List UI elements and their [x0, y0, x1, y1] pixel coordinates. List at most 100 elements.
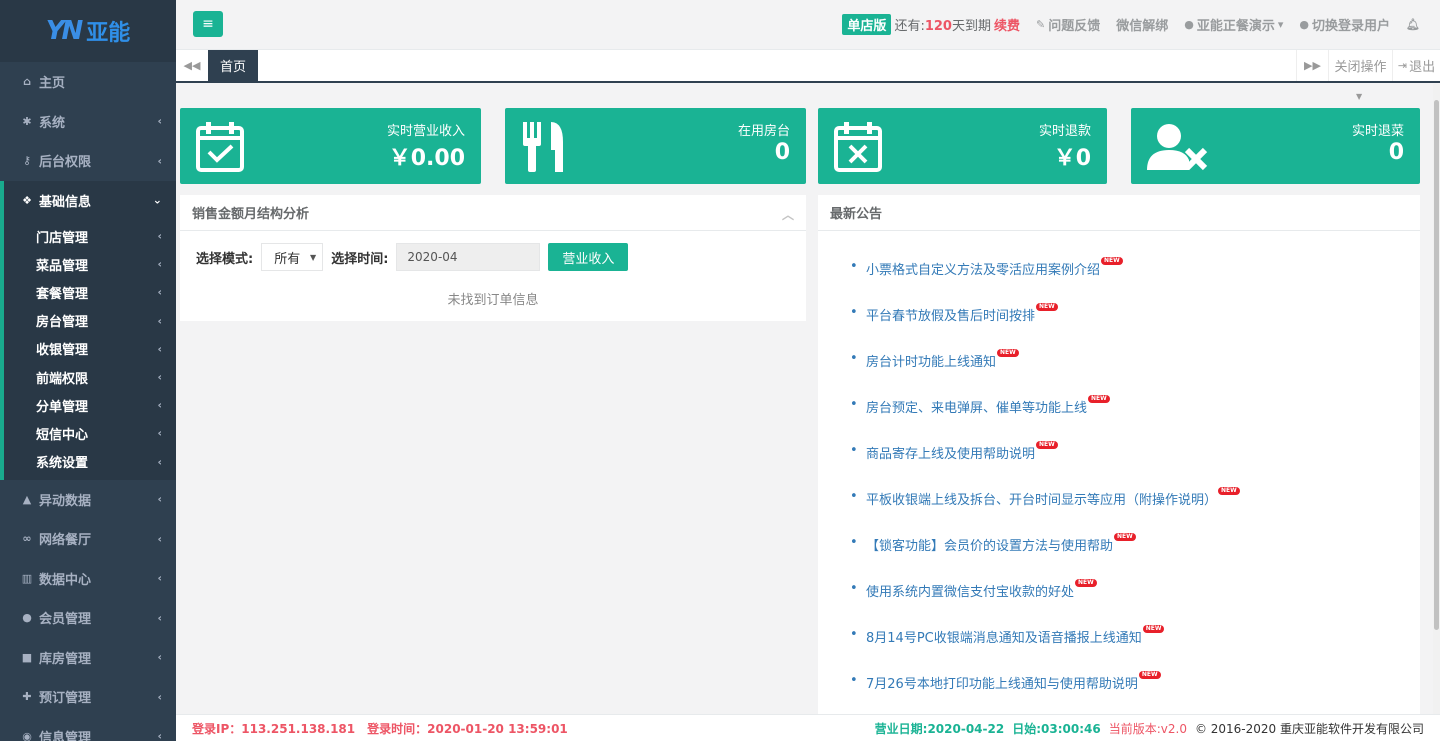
sales-analysis-panel: 销售金额月结构分析 ︿ 选择模式: 所有 ▼ 选择时间: 2020-04 营业收… — [180, 195, 806, 321]
copyright: © 2016-2020 重庆亚能软件开发有限公司 — [1194, 721, 1424, 736]
tabs-scroll-right-button[interactable]: ▶▶ — [1296, 50, 1328, 81]
cutlery-icon — [523, 122, 563, 172]
store-edition-badge: 单店版 — [842, 13, 892, 35]
chevron-left-icon: ‹ — [157, 611, 162, 625]
sidebar-item-label: 异动数据 — [39, 493, 92, 509]
chevron-left-icon: ‹ — [157, 729, 162, 741]
sign-out-icon: ⇥ — [1397, 59, 1408, 72]
key-icon: ⚷ — [22, 154, 32, 168]
announcement-item[interactable]: 【锁客功能】会员价的设置方法与使用帮助NEW — [850, 533, 1420, 581]
chevron-left-icon: ‹ — [157, 532, 162, 546]
sidebar-item-members[interactable]: ● 会员管理 ‹ — [0, 598, 176, 638]
feedback-link[interactable]: ✎ 问题反馈 — [1036, 15, 1100, 34]
announcement-item[interactable]: 小票格式自定义方法及零活应用案例介绍NEW — [850, 257, 1420, 305]
comments-icon: ◉ — [22, 729, 32, 741]
sidebar-subitem-split-orders[interactable]: 分单管理 ‹ — [4, 391, 176, 419]
sidebar-subitem-dishes[interactable]: 菜品管理 ‹ — [4, 250, 176, 278]
sidebar-item-basic-info[interactable]: ❖ 基础信息 ⌄ — [0, 180, 176, 220]
sidebar-subnav: 门店管理 ‹ 菜品管理 ‹ 套餐管理 ‹ 房台管理 ‹ 收银管理 ‹ 前端权限 ‹ 分单管理… — [0, 220, 176, 480]
card-label: 实时营业收入 — [386, 124, 465, 139]
sidebar-item-reservations[interactable]: ✚ 预订管理 ‹ — [0, 677, 176, 717]
sidebar-subitem-cashier[interactable]: 收银管理 ‹ — [4, 335, 176, 363]
sidebar-item-system[interactable]: ✱ 系统 ‹ — [0, 102, 176, 142]
logo-text: 亚能 — [86, 21, 131, 46]
tables-in-use-card: 在用房台 0 — [505, 108, 806, 184]
sidebar-subitem-settings[interactable]: 系统设置 ‹ — [4, 448, 176, 476]
announcement-text: 房台计时功能上线通知 — [866, 355, 997, 370]
bell-icon: 🔔︎ — [1406, 17, 1420, 31]
time-label: 选择时间: — [331, 251, 389, 267]
sidebar-item-messages[interactable]: ◉ 信息管理 ‹ — [0, 717, 176, 741]
announcement-item[interactable]: 商品寄存上线及使用帮助说明NEW — [850, 441, 1420, 489]
announcement-text: 7月26号本地打印功能上线通知与使用帮助说明 — [866, 677, 1138, 692]
revenue-button[interactable]: 营业收入 — [548, 243, 629, 271]
account-dropdown[interactable]: ● 亚能正餐演示 ▾ — [1184, 15, 1283, 34]
new-badge: NEW — [1036, 303, 1058, 311]
wechat-unbind-link[interactable]: 微信解绑 — [1116, 15, 1168, 34]
new-badge: NEW — [1075, 579, 1097, 587]
page-scrollbar-thumb[interactable] — [1434, 100, 1439, 630]
backward-icon: ◀◀ — [183, 59, 201, 72]
announcement-list: 小票格式自定义方法及零活应用案例介绍NEW 平台春节放假及售后时间按排NEW 房… — [818, 231, 1420, 719]
sidebar-item-backend-permissions[interactable]: ⚷ 后台权限 ‹ — [0, 141, 176, 181]
caret-down-icon: ▼ — [1356, 92, 1363, 101]
announcement-item[interactable]: 8月14号PC收银端消息通知及语音播报上线通知NEW — [850, 625, 1420, 673]
chevron-left-icon: ‹ — [157, 114, 162, 128]
user-plus-icon: ✚ — [22, 690, 32, 704]
sidebar-item-warehouse[interactable]: ■ 库房管理 ‹ — [0, 638, 176, 678]
close-operations-dropdown[interactable]: 关闭操作 — [1328, 50, 1392, 81]
logo[interactable]: YN 亚能 — [0, 0, 176, 62]
chevron-left-icon: ‹ — [157, 154, 162, 168]
announcement-item[interactable]: 房台预定、来电弹屏、催单等功能上线NEW — [850, 395, 1420, 443]
sidebar-subitem-label: 菜品管理 — [36, 258, 89, 274]
sidebar-subitem-label: 短信中心 — [36, 427, 89, 443]
sidebar-item-exception-data[interactable]: ▲ 异动数据 ‹ — [0, 480, 176, 520]
new-badge: NEW — [1036, 441, 1058, 449]
chevron-left-icon: ‹ — [157, 455, 162, 469]
truck-icon: ■ — [21, 650, 33, 664]
mode-select[interactable]: 所有 ▼ — [261, 243, 324, 271]
announcement-item[interactable]: 7月26号本地打印功能上线通知与使用帮助说明NEW — [850, 671, 1420, 719]
month-input[interactable]: 2020-04 — [396, 243, 541, 271]
sidebar-item-home[interactable]: ⌂ 主页 — [0, 62, 176, 102]
sidebar-subitem-combos[interactable]: 套餐管理 ‹ — [4, 278, 176, 306]
footer: 登录IP：113.251.138.181 登录时间：2020-01-20 13:… — [176, 714, 1440, 741]
login-time: 登录时间：2020-01-20 13:59:01 — [367, 721, 568, 736]
announcement-item[interactable]: 房台计时功能上线通知NEW — [850, 349, 1420, 397]
sidebar-subitem-store[interactable]: 门店管理 ‹ — [4, 222, 176, 250]
user-times-icon — [1147, 124, 1208, 171]
announcement-text: 商品寄存上线及使用帮助说明 — [866, 447, 1036, 462]
announcement-text: 8月14号PC收银端消息通知及语音播报上线通知 — [866, 631, 1142, 646]
announcement-item[interactable]: 平台春节放假及售后时间按排NEW — [850, 303, 1420, 351]
calendar-check-icon — [196, 122, 244, 172]
chevron-left-icon: ‹ — [157, 229, 162, 243]
sidebar-subitem-sms[interactable]: 短信中心 ‹ — [4, 419, 176, 447]
sidebar-item-label: 库房管理 — [39, 651, 92, 667]
sidebar-item-label: 主页 — [39, 76, 66, 92]
revenue-card: 实时营业收入 ￥0.00 — [180, 108, 481, 184]
announcement-item[interactable]: 平板收银端上线及拆台、开台时间显示等应用（附操作说明）NEW — [850, 487, 1420, 535]
chevron-left-icon: ‹ — [157, 314, 162, 328]
logout-button[interactable]: ⇥ 退出 — [1392, 50, 1440, 81]
notifications-bell[interactable]: 🔔︎ — [1406, 18, 1420, 31]
sidebar-subitem-tables[interactable]: 房台管理 ‹ — [4, 307, 176, 335]
sidebar-item-label: 数据中心 — [39, 572, 92, 588]
chevron-left-icon: ‹ — [157, 690, 162, 704]
announcements-panel: 最新公告 小票格式自定义方法及零活应用案例介绍NEW 平台春节放假及售后时间按排… — [818, 195, 1420, 714]
tabs-scroll-left-button[interactable]: ◀◀ — [176, 50, 208, 81]
tab-home[interactable]: 首页 — [208, 50, 259, 81]
chevron-up-icon[interactable]: ︿ — [782, 206, 794, 223]
new-badge: NEW — [1218, 487, 1240, 495]
menu-toggle-button[interactable]: ≡ — [193, 11, 223, 37]
announcement-item[interactable]: 使用系统内置微信支付宝收款的好处NEW — [850, 579, 1420, 627]
hamburger-icon: ≡ — [202, 16, 214, 32]
feedback-label: 问题反馈 — [1048, 18, 1101, 34]
sidebar-item-data-center[interactable]: ▥ 数据中心 ‹ — [0, 559, 176, 599]
sidebar-item-online-restaurant[interactable]: ∞ 网络餐厅 ‹ — [0, 519, 176, 559]
warning-icon: ▲ — [22, 492, 32, 506]
switch-user-link[interactable]: ● 切换登录用户 — [1299, 15, 1390, 34]
card-label: 实时退菜 — [1351, 124, 1404, 139]
renew-link[interactable]: 续费 — [994, 15, 1020, 34]
sidebar-subitem-frontend-permissions[interactable]: 前端权限 ‹ — [4, 363, 176, 391]
panel-header: 最新公告 — [818, 195, 1420, 231]
